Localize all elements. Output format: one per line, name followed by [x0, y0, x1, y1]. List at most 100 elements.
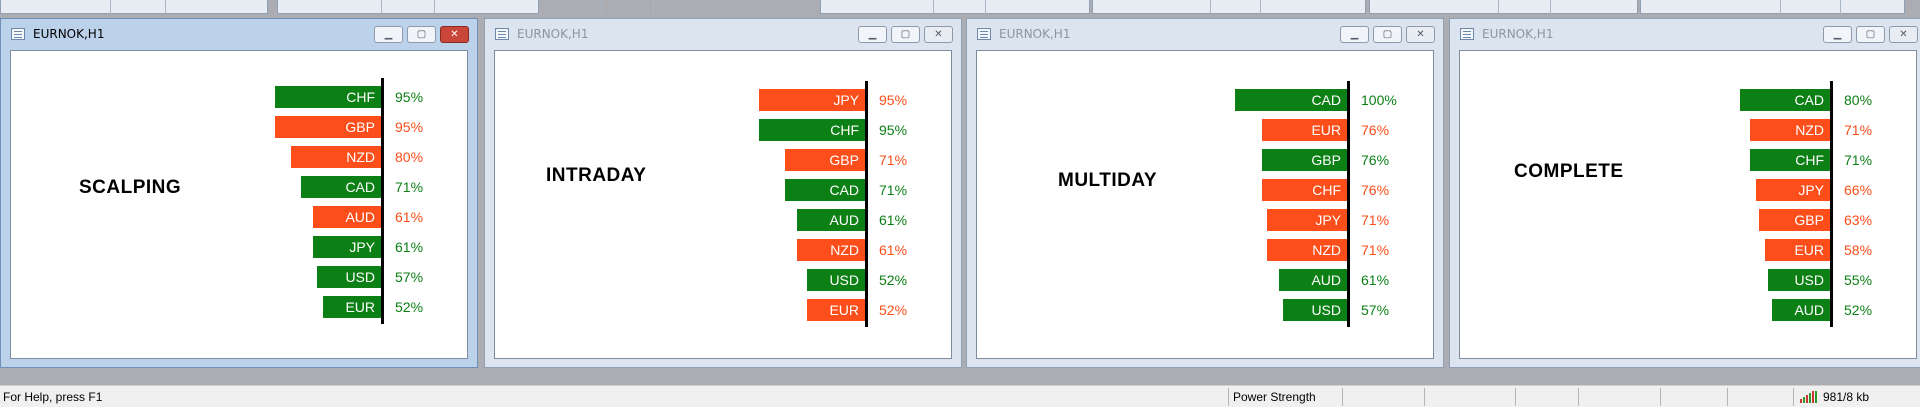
currency-strength-percent: 80% — [395, 149, 424, 165]
minimized-window-tab[interactable] — [1092, 0, 1366, 14]
currency-strength-bar: USD — [317, 266, 381, 288]
chart-area[interactable]: INTRADAY JPY 95% CHF 95% GBP 71% CAD 71% AUD 61% NZ… — [494, 50, 952, 359]
chart-window[interactable]: EURNOK,H1 ▁ ▢ ✕ INTRADAY JPY 95% CHF 95% GBP 71% CA… — [484, 18, 962, 368]
currency-strength-percent: 61% — [395, 239, 424, 255]
chart-window[interactable]: EURNOK,H1 ▁ ▢ ✕ SCALPING CHF 95% GBP 95% NZD 80% CA… — [0, 18, 478, 368]
currency-strength-bar: JPY — [313, 236, 381, 258]
currency-strength-percent: 52% — [1844, 302, 1873, 318]
minimize-button[interactable]: ▁ — [1340, 26, 1369, 43]
window-title: EURNOK,H1 — [999, 27, 1071, 41]
maximize-button[interactable]: ▢ — [407, 26, 436, 43]
window-titlebar[interactable]: EURNOK,H1 ▁ ▢ ✕ — [1, 19, 477, 47]
window-titlebar[interactable]: EURNOK,H1 ▁ ▢ ✕ — [967, 19, 1443, 47]
currency-strength-percent: 71% — [879, 152, 908, 168]
currency-strength-bar: GBP — [275, 116, 381, 138]
chart-area[interactable]: MULTIDAY CAD 100% EUR 76% GBP 76% CHF 76% JPY 71% N… — [976, 50, 1434, 359]
tab-divider — [165, 0, 166, 14]
currency-strength-percent: 58% — [1844, 242, 1873, 258]
currency-strength-percent: 61% — [879, 242, 908, 258]
maximize-button[interactable]: ▢ — [1373, 26, 1402, 43]
close-button[interactable]: ✕ — [1406, 26, 1435, 43]
minimize-button[interactable]: ▁ — [858, 26, 887, 43]
currency-strength-percent: 95% — [395, 119, 424, 135]
currency-strength-percent: 57% — [1361, 302, 1390, 318]
status-divider — [1578, 388, 1579, 406]
currency-strength-bar: CHF — [275, 86, 381, 108]
window-titlebar[interactable]: EURNOK,H1 ▁ ▢ ✕ — [1450, 19, 1920, 47]
chart-window-icon[interactable] — [1460, 28, 1474, 40]
chart-window[interactable]: EURNOK,H1 ▁ ▢ ✕ MULTIDAY CAD 100% EUR 76% GBP 76% C… — [966, 18, 1444, 368]
tab-divider — [110, 0, 111, 14]
window-title: EURNOK,H1 — [33, 27, 105, 41]
currency-strength-bar: EUR — [1765, 239, 1830, 261]
close-button[interactable]: ✕ — [440, 26, 469, 43]
currency-strength-percent: 76% — [1361, 122, 1390, 138]
minimized-window-tab[interactable] — [277, 0, 539, 14]
status-divider — [1793, 388, 1794, 406]
minimize-button[interactable]: ▁ — [1823, 26, 1852, 43]
window-controls: ▁ ▢ ✕ — [374, 26, 469, 43]
currency-strength-percent: 100% — [1361, 92, 1397, 108]
chart-axis-line — [865, 81, 868, 327]
status-divider — [1228, 388, 1229, 406]
close-button[interactable]: ✕ — [1889, 26, 1918, 43]
currency-strength-bar: NZD — [797, 239, 865, 261]
tab-divider — [434, 0, 435, 14]
maximize-button[interactable]: ▢ — [891, 26, 920, 43]
tab-divider — [1780, 0, 1781, 14]
currency-strength-percent: 95% — [879, 122, 908, 138]
currency-strength-bar: JPY — [1756, 179, 1830, 201]
status-divider — [1342, 388, 1343, 406]
currency-strength-percent: 61% — [1361, 272, 1390, 288]
currency-strength-percent: 95% — [879, 92, 908, 108]
currency-strength-percent: 71% — [395, 179, 424, 195]
status-help-text: For Help, press F1 — [3, 390, 103, 404]
currency-strength-bar: NZD — [1267, 239, 1347, 261]
currency-strength-bar: CHF — [759, 119, 865, 141]
currency-strength-bar: GBP — [785, 149, 865, 171]
chart-area[interactable]: SCALPING CHF 95% GBP 95% NZD 80% CAD 71% AUD 61% JP… — [10, 50, 468, 359]
connection-bars-icon[interactable] — [1800, 391, 1820, 403]
chart-window[interactable]: EURNOK,H1 ▁ ▢ ✕ COMPLETE CAD 80% NZD 71% CHF 71% JP… — [1449, 18, 1920, 368]
tab-divider — [1498, 0, 1499, 14]
minimize-button[interactable]: ▁ — [374, 26, 403, 43]
minimized-window-tab[interactable] — [1640, 0, 1905, 14]
tab-divider — [1550, 0, 1551, 14]
window-titlebar[interactable]: EURNOK,H1 ▁ ▢ ✕ — [485, 19, 961, 47]
tab-divider — [1210, 0, 1211, 14]
strength-mode-label: COMPLETE — [1514, 161, 1624, 182]
close-button[interactable]: ✕ — [924, 26, 953, 43]
maximize-button[interactable]: ▢ — [1856, 26, 1885, 43]
currency-strength-percent: 71% — [1844, 152, 1873, 168]
window-controls: ▁ ▢ ✕ — [1340, 26, 1435, 43]
window-title: EURNOK,H1 — [517, 27, 589, 41]
currency-strength-percent: 80% — [1844, 92, 1873, 108]
chart-axis-line — [381, 78, 384, 324]
minimized-window-tab[interactable] — [0, 0, 268, 14]
currency-strength-percent: 66% — [1844, 182, 1873, 198]
chart-window-icon[interactable] — [11, 28, 25, 40]
currency-strength-bar: CHF — [1750, 149, 1830, 171]
chart-window-icon[interactable] — [495, 28, 509, 40]
chart-area[interactable]: COMPLETE CAD 80% NZD 71% CHF 71% JPY 66% GBP 63% EU… — [1459, 50, 1917, 359]
currency-strength-percent: 71% — [1361, 212, 1390, 228]
window-controls: ▁ ▢ ✕ — [858, 26, 953, 43]
minimized-window-tab[interactable] — [1369, 0, 1638, 14]
status-divider — [1727, 388, 1728, 406]
minimized-windows-strip — [0, 0, 1920, 17]
currency-strength-bar: CAD — [1235, 89, 1347, 111]
currency-strength-percent: 63% — [1844, 212, 1873, 228]
chart-window-icon[interactable] — [977, 28, 991, 40]
currency-strength-percent: 52% — [879, 272, 908, 288]
currency-strength-bar: USD — [1283, 299, 1347, 321]
currency-strength-bar: AUD — [1772, 299, 1830, 321]
currency-strength-bar: AUD — [313, 206, 381, 228]
tab-divider — [601, 0, 602, 14]
currency-strength-percent: 52% — [395, 299, 424, 315]
currency-strength-bar: NZD — [291, 146, 381, 168]
currency-strength-bar: EUR — [323, 296, 381, 318]
minimized-window-tab[interactable] — [820, 0, 1090, 14]
currency-strength-percent: 95% — [395, 89, 424, 105]
currency-strength-percent: 61% — [395, 209, 424, 225]
status-profile-name: Power Strength — [1233, 390, 1316, 404]
